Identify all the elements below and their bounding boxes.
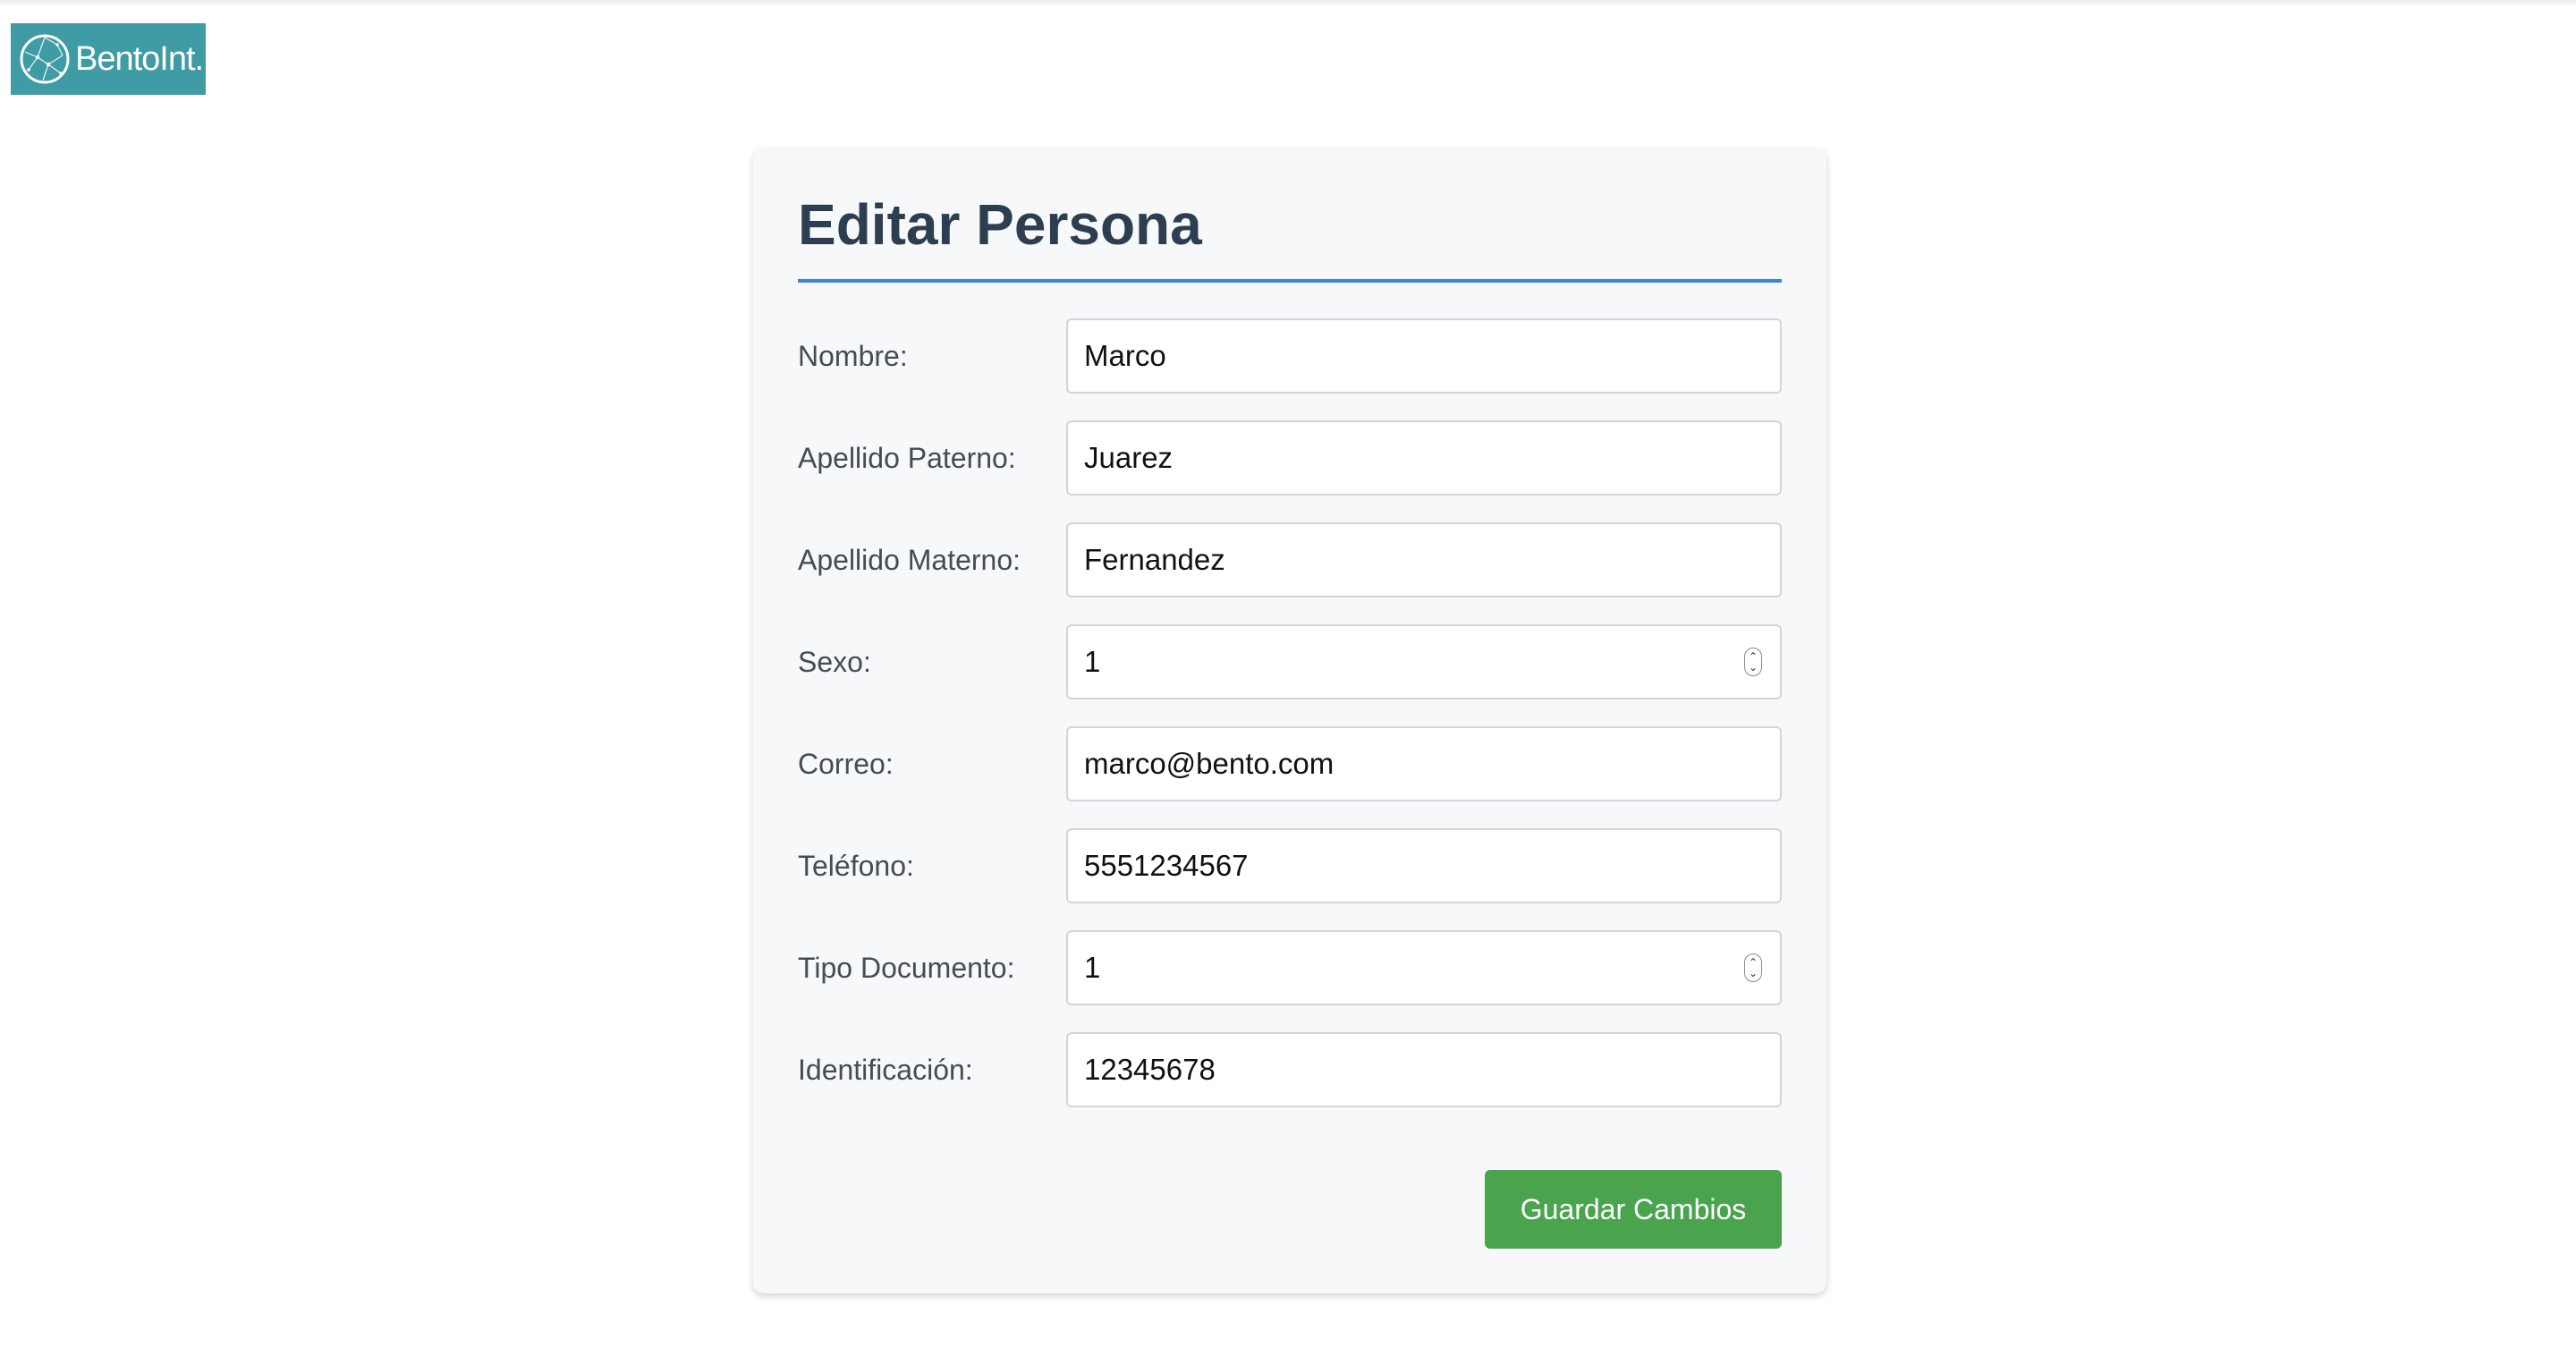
nombre-input[interactable] [1066,318,1782,394]
field-row-telefono: Teléfono: [798,828,1782,903]
field-row-correo: Correo: [798,726,1782,801]
field-row-sexo: Sexo: ⌃ ⌄ [798,624,1782,699]
page-title: Editar Persona [798,192,1202,257]
edit-person-card: Editar Persona Nombre: Apellido Paterno:… [753,148,1826,1293]
identificacion-label: Identificación: [798,1054,973,1086]
brand-logo[interactable]: BentoInt. [11,23,206,95]
network-globe-icon [20,34,70,84]
tipo-documento-label: Tipo Documento: [798,952,1015,984]
top-edge-shadow [0,0,2576,7]
apellido-materno-label: Apellido Materno: [798,544,1021,576]
telefono-input[interactable] [1066,828,1782,903]
tipo-documento-spinner-icon[interactable]: ⌃ ⌄ [1744,953,1762,982]
telefono-label: Teléfono: [798,850,914,882]
field-row-identificacion: Identificación: [798,1032,1782,1107]
title-divider [798,279,1782,283]
apellido-materno-input[interactable] [1066,522,1782,597]
field-row-tipo-documento: Tipo Documento: ⌃ ⌄ [798,930,1782,1005]
correo-label: Correo: [798,748,894,780]
save-changes-button[interactable]: Guardar Cambios [1485,1170,1782,1249]
field-row-apellido-materno: Apellido Materno: [798,522,1782,597]
field-row-nombre: Nombre: [798,318,1782,394]
identificacion-input[interactable] [1066,1032,1782,1107]
spinner-down-icon[interactable]: ⌄ [1749,968,1758,979]
apellido-paterno-label: Apellido Paterno: [798,442,1016,474]
sexo-spinner-icon[interactable]: ⌃ ⌄ [1744,648,1762,676]
apellido-paterno-input[interactable] [1066,420,1782,496]
sexo-label: Sexo: [798,646,871,678]
nombre-label: Nombre: [798,340,908,372]
sexo-number-input[interactable] [1066,624,1782,699]
correo-input[interactable] [1066,726,1782,801]
brand-name: BentoInt. [75,39,204,78]
field-row-apellido-paterno: Apellido Paterno: [798,420,1782,496]
spinner-down-icon[interactable]: ⌄ [1749,662,1758,673]
tipo-documento-number-input[interactable] [1066,930,1782,1005]
